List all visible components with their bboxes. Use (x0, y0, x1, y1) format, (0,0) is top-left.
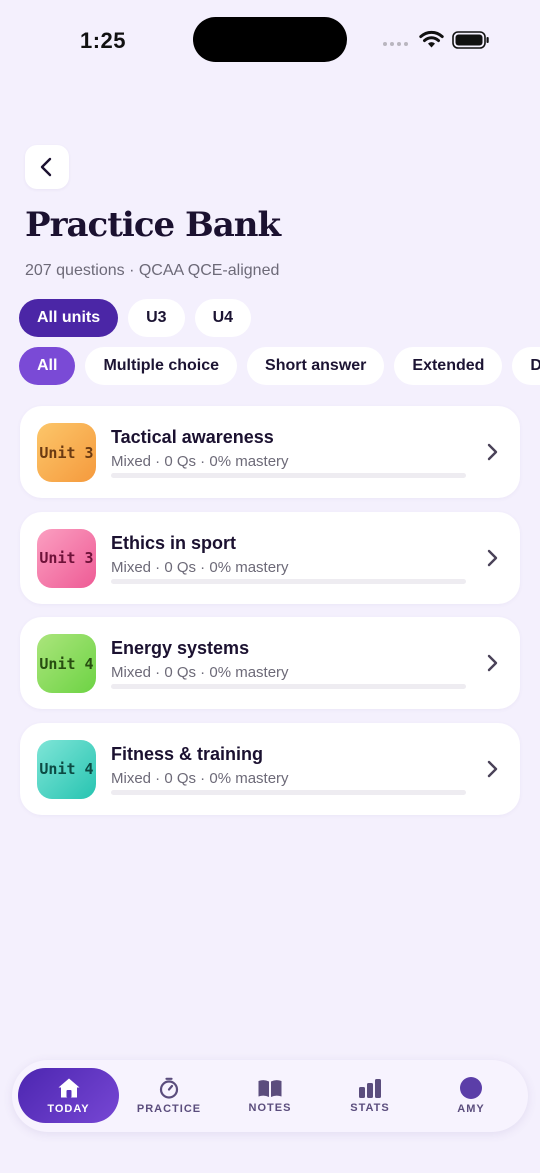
page-subtitle: 207 questions · QCAA QCE-aligned (25, 262, 280, 279)
topic-card[interactable]: Unit 3 Tactical awareness Mixed · 0 Qs ·… (20, 406, 520, 498)
tab-practice[interactable]: PRACTICE (119, 1068, 219, 1124)
chevron-right-icon (487, 654, 498, 672)
filter-chip-extended[interactable]: Extended (394, 347, 503, 385)
tab-amy[interactable]: AMY (421, 1068, 521, 1124)
filter-chip-u3[interactable]: U3 (128, 299, 185, 337)
wifi-icon (419, 30, 444, 48)
topic-card[interactable]: Unit 4 Energy systems Mixed · 0 Qs · 0% … (20, 617, 520, 709)
filter-chip-all[interactable]: All (19, 347, 76, 385)
filter-chip-multiple-choice[interactable]: Multiple choice (85, 347, 238, 385)
topic-meta: Mixed · 0 Qs · 0% mastery (111, 453, 289, 470)
topic-meta: Mixed · 0 Qs · 0% mastery (111, 769, 289, 787)
question-type-filter-row: All Multiple choice Short answer Extende… (19, 347, 540, 385)
chevron-right-icon (487, 549, 498, 566)
tab-notes[interactable]: NOTES (220, 1068, 320, 1124)
chevron-right-icon (487, 443, 498, 461)
dynamic-island (193, 17, 347, 62)
mastery-progress-bar (111, 684, 466, 689)
mastery-progress-bar (111, 578, 466, 584)
topic-title: Energy systems (111, 638, 250, 658)
filter-chip-more[interactable]: D (512, 347, 540, 385)
battery-icon (452, 31, 489, 49)
page-title: Practice Bank (25, 205, 281, 245)
home-icon (58, 1078, 79, 1097)
filter-chip-u4[interactable]: U4 (194, 299, 252, 337)
tab-today[interactable]: TODAY (18, 1068, 119, 1123)
filter-chip-short-answer[interactable]: Short answer (247, 347, 385, 385)
topic-title: Tactical awareness (111, 427, 274, 447)
topic-title: Fitness & training (111, 743, 264, 764)
unit-badge: Unit 3 (37, 423, 96, 482)
chevron-left-icon (40, 157, 52, 177)
unit-badge: Unit 3 (37, 528, 96, 588)
cellular-signal-icon (383, 42, 408, 46)
topic-list: Unit 3 Tactical awareness Mixed · 0 Qs ·… (20, 406, 520, 828)
topic-meta: Mixed · 0 Qs · 0% mastery (111, 664, 289, 681)
tab-practice-label: PRACTICE (136, 1103, 202, 1115)
topic-meta: Mixed · 0 Qs · 0% mastery (111, 558, 289, 576)
mastery-progress-bar (111, 789, 466, 795)
chevron-right-icon (487, 760, 498, 777)
stopwatch-icon (159, 1077, 179, 1099)
topic-card[interactable]: Unit 3 Ethics in sport Mixed · 0 Qs · 0%… (20, 511, 520, 604)
unit-badge: Unit 4 (37, 739, 96, 799)
practice-bank-screen: 1:25 Practice Bank 207 questions · QCAA … (0, 0, 540, 1173)
topic-title: Ethics in sport (111, 532, 237, 553)
status-time: 1:25 (80, 28, 127, 53)
tab-notes-label: NOTES (248, 1102, 292, 1114)
filter-chip-all-units[interactable]: All units (19, 299, 119, 337)
mastery-progress-bar (111, 473, 466, 478)
unit-filter-row: All units U3 U4 (19, 299, 252, 337)
tab-stats-label: STATS (350, 1102, 390, 1114)
avatar-icon (460, 1077, 482, 1099)
topic-card[interactable]: Unit 4 Fitness & training Mixed · 0 Qs ·… (20, 722, 520, 815)
book-icon (258, 1080, 282, 1097)
back-button[interactable] (25, 145, 69, 189)
tab-stats[interactable]: STATS (320, 1068, 420, 1124)
bar-chart-icon (359, 1079, 381, 1098)
bottom-tab-bar: TODAY PRACTICE NOTES STATS AMY (12, 1060, 528, 1132)
tab-amy-label: AMY (457, 1103, 485, 1115)
tab-today-label: TODAY (47, 1102, 90, 1115)
unit-badge: Unit 4 (37, 634, 96, 693)
